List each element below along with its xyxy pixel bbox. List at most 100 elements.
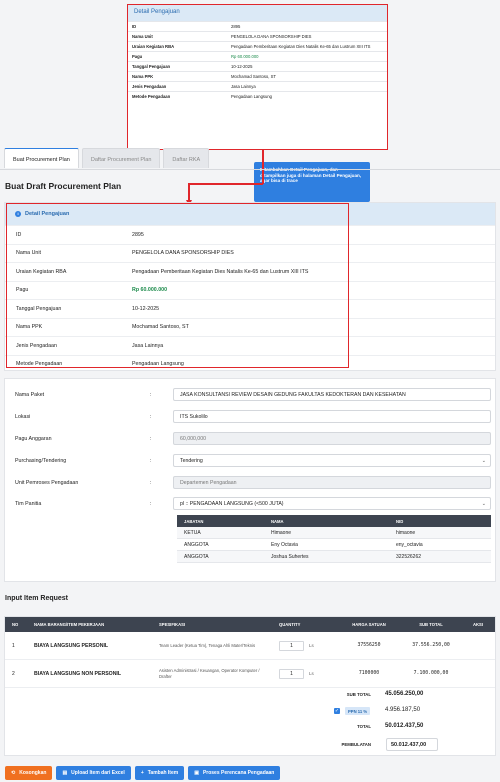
- detail-row: Pagu Rp 60.000.000: [5, 280, 495, 300]
- ppn-row: ✓ PPN 11 % 4.956.187,50: [5, 704, 495, 720]
- column-header: JABATAN: [184, 518, 204, 524]
- column-header: NO: [12, 622, 19, 627]
- detail-value: Pengadaan Langsung: [132, 361, 184, 368]
- zoomed-detail-value: Pengadaan Langsung: [231, 94, 272, 99]
- purchasing-select[interactable]: Tendering ⌄: [173, 454, 491, 467]
- lokasi-input[interactable]: ITS Sukolilo: [173, 410, 491, 423]
- quantity-unit: Ls: [309, 670, 314, 676]
- item-no: 1: [12, 642, 15, 649]
- quantity-input[interactable]: 1: [279, 668, 304, 679]
- quantity-unit: Ls: [309, 642, 314, 648]
- form-row-unit-pemroses: Unit Pemroses Pengadaan : Departemen Pen…: [5, 476, 495, 489]
- item-unit-price: 7100000: [358, 671, 380, 676]
- quantity-input[interactable]: 1: [279, 640, 304, 651]
- item-spec: Team Leader (Ketua Tim), Tenaga Ahli Mat…: [159, 642, 256, 648]
- items-table: NO NAMA BARANG/ITEM PEKERJAAN SPESIFIKAS…: [4, 616, 496, 756]
- table-cell: Eny Octavia: [271, 541, 298, 548]
- zoomed-detail-key: Pagu: [132, 54, 143, 59]
- detail-pengajuan-card: i Detail Pengajuan ID 2895 Nama Unit PENGE…: [4, 202, 496, 371]
- purchasing-label: Purchasing/Tendering: [15, 457, 67, 464]
- column-header: HARGA SATUAN: [352, 622, 386, 627]
- column-header: NAMA BARANG/ITEM PEKERJAAN: [34, 622, 105, 627]
- proses-button[interactable]: ▣ Proses Perencana Pengadaan: [188, 766, 281, 780]
- panitia-table-body: KETUA Himaone himaone ANGGOTA Eny Octavi…: [177, 527, 491, 563]
- detail-value: PENGELOLA DANA SPONSORSHIP DIES: [132, 250, 234, 257]
- page-title: Buat Draft Procurement Plan: [5, 181, 122, 191]
- ppn-toggle[interactable]: ✓ PPN 11 %: [334, 707, 371, 715]
- detail-value: Pengadaan Pemberitaan Kegiatan Dies Nata…: [132, 268, 309, 275]
- detail-row: Nama PPK Mochamad Santoso, ST: [5, 317, 495, 337]
- tab-daftar-rka[interactable]: Daftar RKA: [163, 148, 210, 168]
- zoomed-detail-value: PENGELOLA DANA SPONSORSHIP DIES: [231, 34, 312, 39]
- unit-pemroses-label: Unit Pemroses Pengadaan: [15, 479, 79, 486]
- table-cell: 322526262: [396, 553, 422, 560]
- reset-icon: ⟲: [11, 770, 16, 776]
- table-cell: ANGGOTA: [184, 541, 209, 548]
- total-label: TOTAL: [357, 724, 371, 729]
- panitia-table-header: JABATAN NAMA NID: [177, 515, 491, 527]
- pembulatan-label: PEMBULATAN: [341, 742, 371, 747]
- detail-pengajuan-header: i Detail Pengajuan: [5, 203, 495, 225]
- annotation-callout: Ditambahkan Detail Pengajuan, dan ditamp…: [254, 162, 370, 202]
- tim-panitia-select[interactable]: pl :: PENGADAAN LANGSUNG (<500 JUTA) ⌄: [173, 497, 491, 510]
- table-cell: himaone: [396, 529, 416, 536]
- zoomed-detail-row: Pagu Rp 60.000.000: [128, 51, 387, 61]
- purchasing-select-value: Tendering: [180, 458, 203, 464]
- table-cell: KETUA: [184, 529, 201, 536]
- zoomed-detail-value: 10-12-2025: [231, 64, 253, 69]
- tambah-item-label: Tambah Item: [147, 770, 179, 776]
- annotation-line: [188, 183, 190, 201]
- ppn-badge: PPN 11 %: [345, 707, 371, 715]
- pagu-anggaran-input: 60,000,000: [173, 432, 491, 445]
- info-icon: i: [15, 211, 21, 217]
- zoomed-detail-row: Uraian Kegiatan RBA Pengadaan Pemberitaan…: [128, 41, 387, 51]
- table-row: KETUA Himaone himaone: [177, 527, 491, 539]
- zoomed-detail-row: Nama PPK Mochamad Santoso, ST: [128, 71, 387, 81]
- sub-total-value: 45.056.250,00: [385, 691, 424, 697]
- tab-daftar-procurement-plan[interactable]: Daftar Procurement Plan: [81, 148, 161, 168]
- detail-row: ID 2895: [5, 225, 495, 244]
- colon: :: [150, 479, 152, 486]
- ppn-value: 4.956.187,50: [385, 707, 421, 713]
- pembulatan-input[interactable]: 50.012.437,00: [386, 738, 438, 751]
- zoomed-detail-value: Mochamad Santoso, ST: [231, 74, 276, 79]
- detail-key: ID: [16, 231, 22, 238]
- pembulatan-row: PEMBULATAN 50.012.437,00: [5, 738, 495, 754]
- lokasi-label: Lokasi: [15, 413, 31, 420]
- chevron-down-icon: ⌄: [481, 501, 486, 507]
- form-row-purchasing: Purchasing/Tendering : Tendering ⌄: [5, 454, 495, 467]
- detail-key: Metode Pengadaan: [16, 361, 63, 368]
- panitia-table: JABATAN NAMA NID KETUA Himaone himaone A…: [177, 515, 491, 563]
- total-value: 50.012.437,50: [385, 723, 424, 729]
- form-row-tim-panitia: Tim Panitia : pl :: PENGADAAN LANGSUNG (…: [5, 497, 495, 510]
- items-section-title: Input Item Request: [5, 595, 69, 602]
- nama-paket-input[interactable]: JASA KONSULTANSI REVIEW DESAIN GEDUNG FA…: [173, 388, 491, 401]
- table-row: 1 BIAYA LANGSUNG PERSONIL Team Leader (K…: [5, 632, 495, 660]
- upload-excel-button[interactable]: ▤ Upload Item dari Excel: [56, 766, 131, 780]
- checkbox-checked-icon[interactable]: ✓: [334, 708, 340, 714]
- plus-icon: +: [140, 770, 144, 776]
- zoomed-detail-row: Metode Pengadaan Pengadaan Langsung: [128, 91, 387, 101]
- tim-panitia-select-value: pl :: PENGADAAN LANGSUNG (<500 JUTA): [180, 501, 284, 507]
- unit-pemroses-input: Departemen Pengadaan: [173, 476, 491, 489]
- zoomed-detail-key: Uraian Kegiatan RBA: [132, 44, 175, 49]
- annotation-line: [188, 183, 263, 185]
- colon: :: [150, 391, 152, 398]
- tambah-item-button[interactable]: + Tambah Item: [134, 766, 185, 780]
- kosongkan-button[interactable]: ⟲ Kosongkan: [5, 766, 53, 780]
- zoomed-detail-row: ID 2895: [128, 21, 387, 31]
- zoomed-detail-key: Nama PPK: [132, 74, 154, 79]
- zoomed-detail-panel: Detail Pengajuan ID 2895 Nama Unit PENGELO…: [127, 4, 388, 150]
- table-cell: Joshua Suhertes: [271, 553, 309, 560]
- zoomed-detail-value: 2895: [231, 24, 241, 29]
- form-row-nama-paket: Nama Paket : JASA KONSULTANSI REVIEW DES…: [5, 388, 495, 401]
- detail-row: Tanggal Pengajuan 10-12-2025: [5, 299, 495, 318]
- upload-excel-label: Upload Item dari Excel: [71, 770, 125, 776]
- detail-key: Nama Unit: [16, 250, 42, 257]
- item-no: 2: [12, 670, 15, 677]
- table-row: ANGGOTA Joshua Suhertes 322526262: [177, 551, 491, 563]
- zoomed-detail-value: Pengadaan Pemberitaan Kegiatan Dies Nata…: [231, 44, 371, 49]
- detail-key: Tanggal Pengajuan: [16, 305, 62, 312]
- item-subtotal: 37.556.250,00: [412, 643, 450, 648]
- tab-buat-procurement-plan[interactable]: Buat Procurement Plan: [4, 148, 79, 168]
